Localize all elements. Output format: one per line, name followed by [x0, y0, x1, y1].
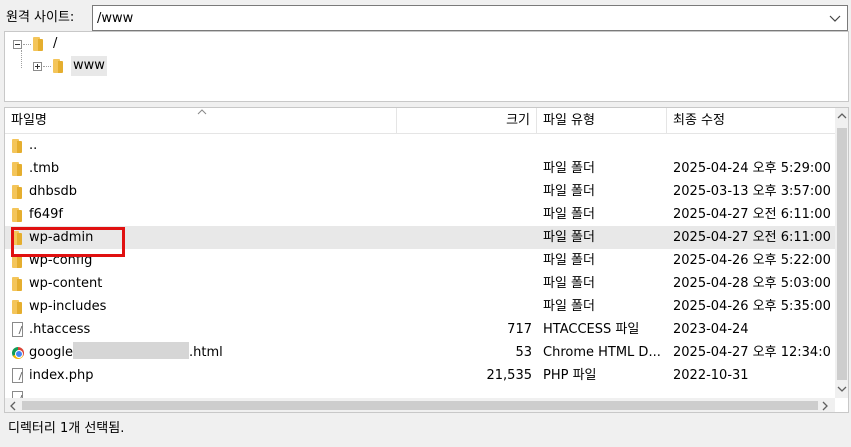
- chrome-icon: [12, 347, 24, 359]
- folder-icon: [12, 139, 22, 153]
- collapse-icon[interactable]: [13, 40, 22, 49]
- file-list-header: 파일명 크기 파일 유형 최종 수정: [5, 108, 835, 134]
- document-icon: [12, 391, 23, 398]
- column-header-modified[interactable]: 최종 수정: [667, 108, 835, 134]
- chevron-down-icon[interactable]: [825, 8, 845, 28]
- scroll-right-icon[interactable]: [821, 401, 829, 411]
- document-icon: [12, 368, 23, 383]
- tree-node-label: /: [53, 36, 58, 51]
- table-row-partial[interactable]: [5, 387, 835, 398]
- folder-icon: [33, 37, 43, 51]
- remote-path-input[interactable]: [93, 6, 823, 30]
- status-bar: 디렉터리 1개 선택됨.: [0, 414, 851, 447]
- expand-icon[interactable]: [33, 62, 42, 71]
- folder-icon: [12, 208, 22, 222]
- column-header-type[interactable]: 파일 유형: [537, 108, 667, 134]
- remote-site-bar: 원격 사이트:: [0, 0, 851, 34]
- table-row[interactable]: .htaccess 717 HTACCESS 파일 2023-04-24: [5, 318, 835, 341]
- scroll-up-icon[interactable]: [837, 112, 847, 120]
- column-header-size[interactable]: 크기: [397, 108, 537, 134]
- scroll-down-icon[interactable]: [837, 385, 847, 393]
- table-row[interactable]: wp-conflg 파일 폴더 2025-04-26 오후 5:22:00: [5, 249, 835, 272]
- table-row[interactable]: google .html 53 Chrome HTML D... 2025-04-…: [5, 341, 835, 364]
- directory-tree: / www: [4, 31, 849, 102]
- table-row[interactable]: ..: [5, 134, 835, 157]
- file-rows: .. .tmb 파일 폴더 2025-04-24 오후 5:29:00 dhbs…: [5, 134, 835, 398]
- horizontal-scrollbar[interactable]: [5, 398, 835, 412]
- table-row[interactable]: wp-includes 파일 폴더 2025-04-26 오후 5:35:00: [5, 295, 835, 318]
- vertical-scrollbar[interactable]: [835, 108, 848, 398]
- folder-icon: [12, 231, 22, 245]
- vertical-scroll-thumb[interactable]: [837, 128, 847, 380]
- tree-node-www[interactable]: www: [31, 56, 151, 76]
- folder-icon: [12, 162, 22, 176]
- tree-node-label: www: [71, 56, 107, 76]
- remote-site-label: 원격 사이트:: [6, 10, 75, 25]
- document-icon: [12, 322, 23, 337]
- status-text: 디렉터리 1개 선택됨.: [8, 421, 125, 436]
- scroll-left-icon[interactable]: [9, 401, 17, 411]
- table-row[interactable]: wp-content 파일 폴더 2025-04-28 오후 5:03:00: [5, 272, 835, 295]
- folder-icon: [53, 59, 63, 73]
- sort-ascending-icon: [197, 109, 207, 115]
- file-name-redacted: google .html: [29, 341, 394, 364]
- table-row[interactable]: wp-admin 파일 폴더 2025-04-27 오전 6:11:00: [5, 226, 835, 249]
- tree-node-root[interactable]: /: [11, 34, 131, 54]
- table-row[interactable]: f649f 파일 폴더 2025-04-27 오전 6:11:00: [5, 203, 835, 226]
- table-row[interactable]: index.php 21,535 PHP 파일 2022-10-31: [5, 364, 835, 387]
- table-row[interactable]: dhbsdb 파일 폴더 2025-03-13 오후 3:57:00: [5, 180, 835, 203]
- remote-path-combobox[interactable]: [92, 5, 848, 31]
- file-list-pane: 파일명 크기 파일 유형 최종 수정 .. .tmb 파일 폴더 2025-04…: [4, 107, 849, 413]
- folder-icon: [12, 300, 22, 314]
- folder-icon: [12, 185, 22, 199]
- horizontal-scroll-thumb[interactable]: [22, 401, 818, 410]
- folder-icon: [12, 277, 22, 291]
- folder-icon: [12, 254, 22, 268]
- table-row[interactable]: .tmb 파일 폴더 2025-04-24 오후 5:29:00: [5, 157, 835, 180]
- redacted-block: [73, 342, 190, 359]
